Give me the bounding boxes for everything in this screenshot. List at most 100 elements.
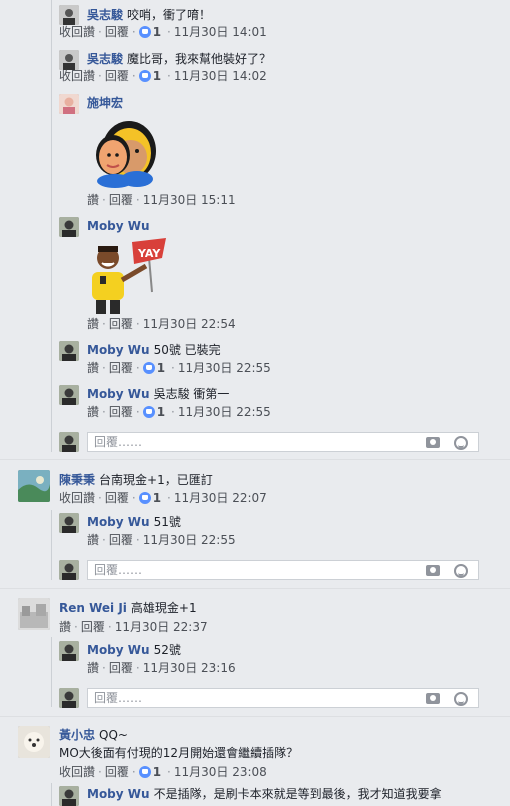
like-badge-icon[interactable]	[138, 70, 151, 82]
author-name[interactable]: Moby Wu	[87, 343, 150, 357]
separator: ·	[107, 620, 112, 634]
author-name[interactable]: 施坤宏	[87, 96, 123, 110]
reply-link[interactable]: 回覆	[109, 533, 133, 547]
reply-link[interactable]: 回覆	[109, 661, 133, 675]
emoji-icon[interactable]	[454, 692, 468, 706]
avatar[interactable]	[59, 513, 79, 533]
separator: ·	[131, 69, 136, 83]
like-badge-icon[interactable]	[138, 766, 151, 778]
thread-line	[51, 783, 52, 806]
reply-input[interactable]: 回覆……	[87, 432, 479, 452]
avatar[interactable]	[59, 385, 79, 405]
author-name[interactable]: Moby Wu	[87, 515, 150, 529]
avatar[interactable]	[59, 786, 79, 806]
separator: ·	[167, 69, 171, 83]
author-name[interactable]: Moby Wu	[87, 219, 150, 233]
unlike-link[interactable]: 收回讚	[59, 491, 95, 505]
avatar[interactable]	[18, 726, 50, 758]
yay-sticker[interactable]: YAY	[86, 236, 170, 316]
unlike-link[interactable]: 收回讚	[59, 765, 95, 779]
author-name[interactable]: 吳志駿	[87, 8, 123, 22]
like-link[interactable]: 讚	[87, 193, 99, 207]
separator: ·	[102, 361, 106, 375]
author-name[interactable]: Moby Wu	[87, 787, 150, 801]
comment-text: 台南現金+1，已匯訂	[99, 473, 213, 487]
like-badge-icon[interactable]	[138, 492, 151, 504]
author-name[interactable]: 吳志駿	[87, 52, 123, 66]
like-badge-icon[interactable]	[142, 362, 155, 374]
comment-text: 52號	[153, 643, 181, 657]
timestamp[interactable]: 11月30日 22:55	[178, 405, 271, 419]
like-link[interactable]: 讚	[87, 661, 99, 675]
camera-icon[interactable]	[426, 437, 440, 448]
unlike-link[interactable]: 收回讚	[59, 25, 95, 39]
avatar[interactable]	[59, 341, 79, 361]
like-count[interactable]: 1	[153, 491, 161, 505]
separator: ·	[131, 491, 136, 505]
reply-link[interactable]: 回覆	[105, 25, 129, 39]
reply-input[interactable]: 回覆……	[87, 560, 479, 580]
like-link[interactable]: 讚	[87, 405, 99, 419]
timestamp[interactable]: 11月30日 15:11	[143, 193, 236, 207]
timestamp[interactable]: 11月30日 22:55	[178, 361, 271, 375]
like-link[interactable]: 讚	[87, 533, 99, 547]
emoji-icon[interactable]	[454, 564, 468, 578]
author-name[interactable]: Moby Wu	[87, 387, 150, 401]
like-badge-icon[interactable]	[138, 26, 151, 38]
author-name[interactable]: 黃小忠	[59, 728, 95, 742]
separator: ·	[98, 25, 102, 39]
like-link[interactable]: 讚	[87, 361, 99, 375]
like-count[interactable]: 1	[153, 25, 161, 39]
author-name[interactable]: 陳秉秉	[59, 473, 95, 487]
avatar[interactable]	[59, 5, 79, 25]
emoji-icon[interactable]	[454, 436, 468, 450]
comment-text: 吳志駿 衝第一	[153, 387, 230, 401]
comment-thread: 吳志駿 咬哨，衝了唷！ 收回讚 · 回覆 · 1 · 11月30日 14:01 吳志駿 魔比哥，…	[0, 0, 510, 806]
avatar[interactable]	[18, 470, 50, 502]
reply-link[interactable]: 回覆	[109, 361, 133, 375]
monkey-sticker[interactable]	[87, 113, 157, 189]
timestamp[interactable]: 11月30日 22:37	[115, 620, 208, 634]
avatar[interactable]	[59, 50, 79, 70]
reply-link[interactable]: 回覆	[105, 491, 129, 505]
like-count[interactable]: 1	[157, 405, 165, 419]
timestamp[interactable]: 11月30日 14:01	[174, 25, 267, 39]
timestamp[interactable]: 11月30日 23:08	[174, 765, 267, 779]
comment-text-line2: MO大後面有付現的12月開始還會繼續插隊？	[59, 746, 299, 760]
reply-link[interactable]: 回覆	[109, 317, 133, 331]
like-count[interactable]: 1	[157, 361, 165, 375]
avatar[interactable]	[59, 94, 79, 114]
timestamp[interactable]: 11月30日 23:16	[143, 661, 236, 675]
like-badge-icon[interactable]	[142, 406, 155, 418]
comment-text: 50號 已裝完	[153, 343, 221, 357]
like-link[interactable]: 讚	[59, 620, 71, 634]
like-count[interactable]: 1	[153, 765, 161, 779]
reply-input[interactable]: 回覆……	[87, 688, 479, 708]
like-count[interactable]: 1	[153, 69, 161, 83]
author-name[interactable]: Moby Wu	[87, 643, 150, 657]
author-name[interactable]: Ren Wei Ji	[59, 601, 127, 615]
like-link[interactable]: 讚	[87, 317, 99, 331]
unlike-link[interactable]: 收回讚	[59, 69, 95, 83]
avatar[interactable]	[18, 598, 50, 630]
timestamp[interactable]: 11月30日 22:07	[174, 491, 267, 505]
reply-link[interactable]: 回覆	[109, 193, 133, 207]
separator: ·	[74, 620, 78, 634]
avatar[interactable]	[59, 641, 79, 661]
reply-link[interactable]: 回覆	[81, 620, 105, 634]
camera-icon[interactable]	[426, 565, 440, 576]
separator: ·	[135, 361, 140, 375]
separator: ·	[102, 317, 106, 331]
thread-line	[51, 637, 52, 707]
timestamp[interactable]: 11月30日 22:54	[143, 317, 236, 331]
avatar[interactable]	[59, 217, 79, 237]
timestamp[interactable]: 11月30日 22:55	[143, 533, 236, 547]
current-user-avatar	[59, 560, 79, 580]
timestamp[interactable]: 11月30日 14:02	[174, 69, 267, 83]
divider	[0, 459, 510, 460]
separator: ·	[135, 405, 140, 419]
reply-link[interactable]: 回覆	[105, 69, 129, 83]
reply-link[interactable]: 回覆	[109, 405, 133, 419]
reply-link[interactable]: 回覆	[105, 765, 129, 779]
camera-icon[interactable]	[426, 693, 440, 704]
